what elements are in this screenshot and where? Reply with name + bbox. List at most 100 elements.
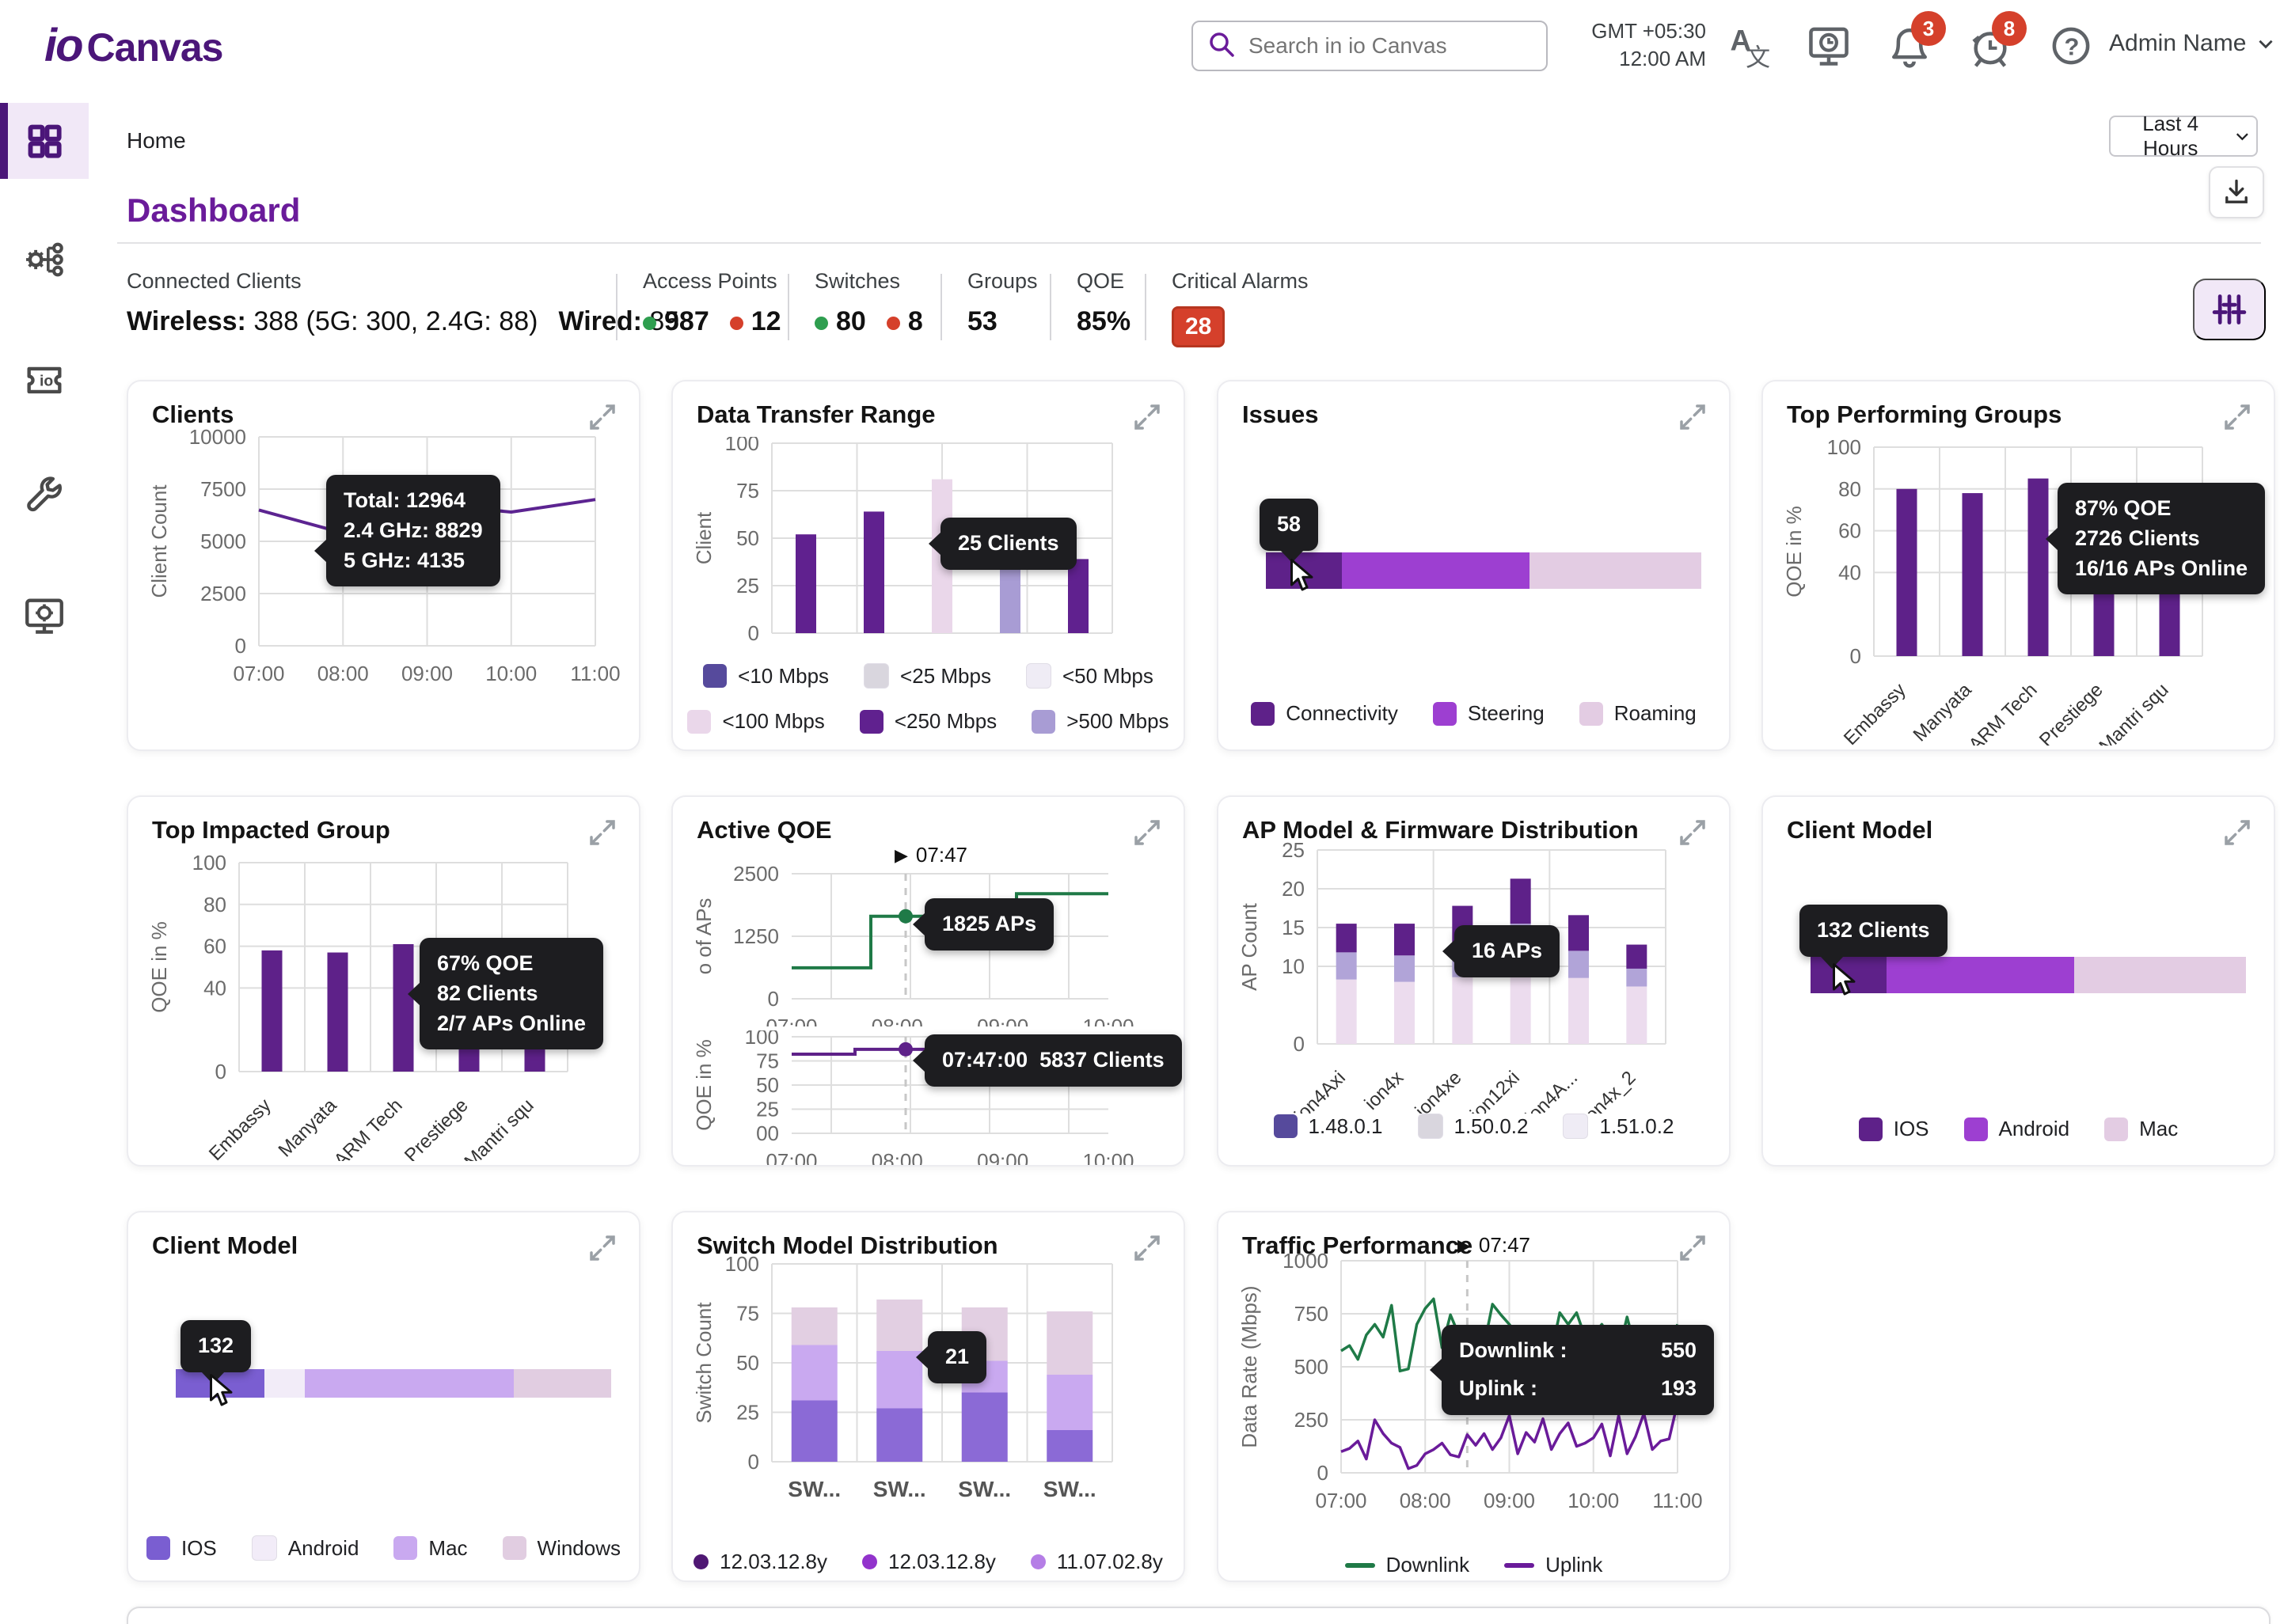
svg-text:07:00: 07:00 [1315,1489,1366,1512]
client-model-stacked-bar[interactable] [1811,957,2246,993]
svg-text:100: 100 [1827,435,1861,459]
legend-item[interactable]: 1.51.0.2 [1563,1114,1674,1139]
svg-text:75: 75 [736,1302,759,1326]
alarm-clock-icon[interactable]: 8 [1965,21,2016,71]
legend-item[interactable]: Connectivity [1251,701,1398,726]
dashboard-filter-button[interactable] [2193,279,2266,340]
legend-item[interactable]: IOS [1859,1117,1929,1141]
legend-item[interactable]: 1.48.0.1 [1274,1114,1383,1139]
legend-item[interactable]: <50 Mbps [1026,663,1153,689]
bar-segment-roaming[interactable] [1530,552,1701,589]
legend-item[interactable]: Windows [503,1536,621,1561]
svg-text:Embassy: Embassy [1840,679,1910,746]
svg-text:ARM Tech: ARM Tech [330,1095,407,1161]
critical-alarm-badge[interactable]: 28 [1172,306,1225,347]
svg-text:Mantri squ: Mantri squ [2095,679,2172,746]
svg-text:25: 25 [736,574,759,598]
sidebar-item-tools[interactable] [0,459,89,535]
global-search[interactable] [1191,21,1548,71]
app-logo[interactable]: io Canvas [44,19,222,72]
bar-segment-mac[interactable] [2074,957,2246,993]
legend-label: Mac [2139,1117,2178,1141]
legend-swatch [687,710,711,734]
legend-item[interactable]: >500 Mbps [1032,709,1168,734]
expand-icon[interactable] [585,1231,620,1266]
bar-segment-android[interactable] [1887,957,2074,993]
expand-icon[interactable] [1675,400,1710,435]
svg-text:ion4Axi: ion4Axi [1290,1067,1350,1114]
stat-divider [1050,274,1051,340]
search-input[interactable] [1247,32,1532,59]
legend-label: 1.50.0.2 [1454,1114,1529,1139]
legend-swatch [703,664,727,688]
card-active-qoe: Active QOE ▶ 07:47 01250250007:0008:0009… [671,795,1185,1167]
svg-text:0: 0 [1294,1032,1305,1056]
legend-item[interactable]: Downlink [1345,1553,1470,1577]
qoe-value: 85% [1077,306,1130,337]
expand-icon[interactable] [2220,816,2255,851]
svg-text:100: 100 [725,1252,759,1276]
sidebar-item-configuration[interactable] [0,222,89,298]
card-traffic-performance: Traffic Performance ▶ 07:47 025050075010… [1217,1211,1731,1582]
expand-icon[interactable] [1130,400,1165,435]
legend-row: Downlink Uplink [1218,1553,1729,1577]
download-button[interactable] [2209,166,2264,218]
help-icon[interactable]: ? [2046,21,2096,71]
notifications-bell-icon[interactable]: 3 [1884,21,1935,71]
card-top-impacted-group: Top Impacted Group 0406080100EmbassyMany… [127,795,640,1167]
legend-item[interactable]: <10 Mbps [703,664,829,689]
legend-item[interactable]: IOS [146,1536,217,1561]
card-clients: Clients 02500500075001000007:0008:0009:0… [127,380,640,751]
legend-item[interactable]: 12.03.12.8y [694,1550,827,1574]
svg-text:08:00: 08:00 [872,1149,923,1165]
bar-segment-mac[interactable] [305,1369,514,1398]
legend-swatch [1032,710,1055,734]
sidebar-item-dashboard[interactable] [0,103,89,179]
switch-down-count: 8 [908,306,923,336]
legend-swatch [503,1536,526,1560]
svg-text:Manyata: Manyata [1910,679,1977,746]
legend-item[interactable]: Roaming [1579,701,1697,726]
legend-label: <50 Mbps [1062,664,1153,689]
svg-text:文: 文 [1746,44,1770,70]
legend-item[interactable]: 12.03.12.8y [862,1550,996,1574]
bar-segment-windows[interactable] [514,1369,611,1398]
svg-text:11:00: 11:00 [1652,1489,1702,1512]
sidebar: io [0,93,90,1624]
user-menu[interactable]: Admin Name [2109,30,2276,57]
issues-stacked-bar[interactable] [1266,552,1701,589]
card-title: Client Model [152,1231,298,1260]
time-range-select[interactable]: Last 4 Hours [2109,116,2258,157]
breadcrumb[interactable]: Home [127,128,186,154]
card-data-transfer: Data Transfer Range 0255075100Client 25 … [671,380,1185,751]
legend-item[interactable]: Steering [1433,701,1545,726]
sidebar-item-system[interactable] [0,578,89,654]
sidebar-item-licenses[interactable]: io [0,340,89,416]
legend-item[interactable]: Mac [393,1536,467,1561]
legend-item[interactable]: Android [252,1535,359,1561]
client-model-stacked-bar[interactable] [176,1369,611,1398]
svg-text:ion12xi: ion12xi [1466,1067,1524,1114]
search-icon [1207,30,1236,63]
legend-item[interactable]: Android [1964,1117,2070,1141]
monitor-clock-icon[interactable] [1803,21,1854,71]
svg-text:?: ? [2065,32,2080,60]
monitor-gear-icon [21,593,67,639]
legend-item[interactable]: <100 Mbps [687,709,824,734]
legend-item[interactable]: 11.07.02.8y [1031,1550,1163,1574]
svg-text:1000: 1000 [1282,1249,1328,1273]
legend-item[interactable]: <25 Mbps [864,663,991,689]
legend-item[interactable]: Mac [2104,1117,2178,1141]
svg-text:Client Count: Client Count [147,484,171,598]
legend-item[interactable]: <250 Mbps [860,709,997,734]
expand-icon[interactable] [1130,816,1165,851]
next-section-card-edge [127,1607,2270,1624]
bar-segment-android[interactable] [264,1369,305,1398]
bar-segment-steering[interactable] [1342,552,1530,589]
license-ticket-icon: io [21,355,67,401]
legend-label: Android [288,1536,359,1561]
language-icon[interactable]: A文 [1723,21,1773,71]
legend-item[interactable]: 1.50.0.2 [1418,1114,1529,1139]
legend-item[interactable]: Uplink [1504,1553,1602,1577]
svg-text:09:00: 09:00 [977,1015,1028,1026]
